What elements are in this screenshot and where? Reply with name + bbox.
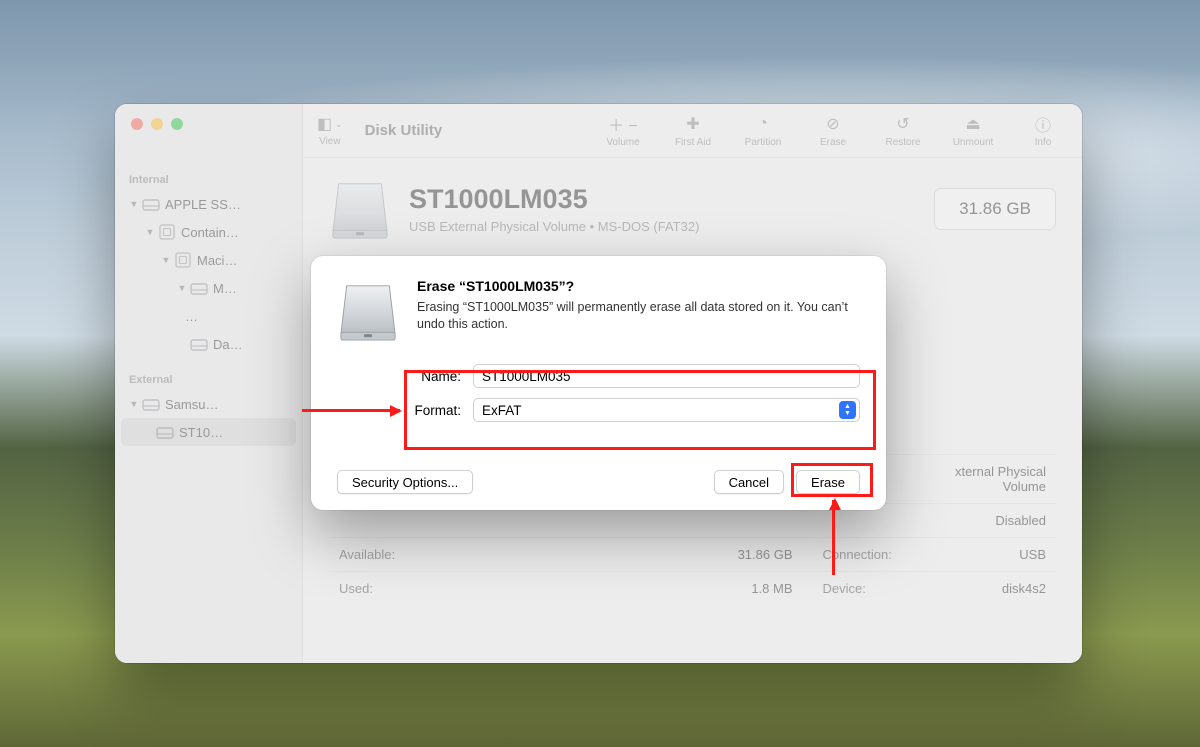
dialog-body: Erasing “ST1000LM035” will permanently e…: [417, 299, 860, 333]
detail-available-label: Available:: [329, 538, 439, 572]
chevron-down-icon: ▼: [129, 199, 139, 209]
view-label: View: [319, 136, 341, 147]
drive-icon: [337, 278, 399, 344]
name-input[interactable]: [473, 364, 860, 388]
window-title: Disk Utility: [365, 122, 443, 139]
detail-connection-value: USB: [913, 538, 1057, 572]
toolbar-first-aid[interactable]: ✚ First Aid: [668, 114, 718, 148]
sidebar-item-macintosh[interactable]: ▼ Maci…: [115, 246, 302, 274]
chevron-down-icon: ▼: [161, 255, 171, 265]
format-value: ExFAT: [482, 403, 522, 418]
detail-owners-value: Disabled: [913, 504, 1057, 538]
toolbar-volume[interactable]: ＋ − Volume: [598, 114, 648, 148]
sidebar-item-label: APPLE SS…: [165, 197, 241, 212]
chevron-down-icon: ⌄: [335, 119, 343, 130]
sidebar-item-data[interactable]: Da…: [115, 330, 302, 358]
sidebar-item-samsung[interactable]: ▼ Samsu…: [115, 390, 302, 418]
sidebar-item-label: Maci…: [197, 253, 237, 268]
detail-used-label: Used:: [329, 572, 439, 606]
format-select[interactable]: ExFAT ▲▼: [473, 398, 860, 422]
plus-minus-icon: ＋ −: [608, 114, 638, 134]
annotation-arrow-erase: [832, 500, 835, 575]
volume-header: ST1000LM035 USB External Physical Volume…: [329, 178, 1056, 240]
eject-icon: ⏏: [965, 114, 980, 134]
toolbar-unmount[interactable]: ⏏ Unmount: [948, 114, 998, 148]
detail-used-value: 1.8 MB: [439, 572, 803, 606]
desktop-wallpaper: Internal ▼ APPLE SS… ▼ Contain… ▼ Maci…: [0, 0, 1200, 747]
detail-type-value: xternal Physical Volume: [913, 455, 1057, 504]
drive-icon: [329, 178, 391, 240]
info-icon: ⓘ: [1035, 114, 1051, 134]
toolbar-restore[interactable]: ↺ Restore: [878, 114, 928, 148]
volume-icon: [173, 250, 191, 270]
sidebar-item-label: Samsu…: [165, 397, 218, 412]
disk-icon: [189, 334, 207, 354]
window-controls: [115, 118, 302, 130]
volume-subtitle: USB External Physical Volume • MS-DOS (F…: [409, 219, 699, 234]
chevron-down-icon: ▼: [145, 227, 155, 237]
toolbar-erase[interactable]: ⊘ Erase: [808, 114, 858, 148]
sidebar-heading-external: External: [115, 368, 302, 390]
detail-connection-label: Connection:: [803, 538, 913, 572]
name-label: Name:: [397, 369, 473, 384]
security-options-button[interactable]: Security Options...: [337, 470, 473, 494]
close-window-button[interactable]: [131, 118, 143, 130]
erase-dialog: Erase “ST1000LM035”? Erasing “ST1000LM03…: [311, 256, 886, 510]
dialog-form: Name: Format: ExFAT ▲▼: [397, 364, 860, 422]
volume-title: ST1000LM035: [409, 184, 699, 215]
sidebar-item-st10-selected[interactable]: ST10…: [121, 418, 296, 446]
disk-icon: [141, 194, 159, 214]
sidebar-item-label: M…: [213, 281, 237, 296]
sidebar-item-m[interactable]: ▼ M…: [115, 274, 302, 302]
annotation-arrow-form: [302, 409, 400, 412]
erase-button[interactable]: Erase: [796, 470, 860, 494]
sidebar-item-container[interactable]: ▼ Contain…: [115, 218, 302, 246]
sidebar-item-label: Da…: [213, 337, 243, 352]
sidebar-item-label: ST10…: [179, 425, 223, 440]
zoom-window-button[interactable]: [171, 118, 183, 130]
updown-icon: ▲▼: [839, 401, 856, 419]
sidebar-icon: ◧: [317, 114, 332, 134]
dialog-title: Erase “ST1000LM035”?: [417, 278, 860, 294]
chevron-down-icon: ▼: [129, 399, 139, 409]
disk-icon: [155, 422, 173, 442]
detail-device-value: disk4s2: [913, 572, 1057, 606]
detail-device-label: Device:: [803, 572, 913, 606]
stethoscope-icon: ✚: [686, 114, 699, 134]
toolbar: ◧⌄ View Disk Utility ＋ − Volume ✚ First …: [303, 104, 1082, 158]
toolbar-info[interactable]: ⓘ Info: [1018, 114, 1068, 148]
format-label: Format:: [397, 403, 473, 418]
sidebar-item-apple-ssd[interactable]: ▼ APPLE SS…: [115, 190, 302, 218]
minimize-window-button[interactable]: [151, 118, 163, 130]
erase-icon: ⊘: [826, 114, 839, 134]
sidebar: Internal ▼ APPLE SS… ▼ Contain… ▼ Maci…: [115, 104, 303, 663]
sidebar-item-label: Contain…: [181, 225, 239, 240]
cancel-button[interactable]: Cancel: [714, 470, 784, 494]
sidebar-item-label: …: [185, 309, 198, 324]
disk-icon: [141, 394, 159, 414]
view-button[interactable]: ◧⌄ View: [317, 114, 343, 147]
detail-available-value: 31.86 GB: [439, 538, 803, 572]
toolbar-partition[interactable]: ◔ Partition: [738, 114, 788, 148]
chevron-down-icon: ▼: [177, 283, 187, 293]
restore-icon: ↺: [896, 114, 909, 134]
volume-icon: [157, 222, 175, 242]
disk-icon: [189, 278, 207, 298]
sidebar-heading-internal: Internal: [115, 168, 302, 190]
sidebar-item-dots[interactable]: …: [115, 302, 302, 330]
volume-size: 31.86 GB: [934, 188, 1056, 230]
partition-icon: ◔: [758, 114, 768, 134]
